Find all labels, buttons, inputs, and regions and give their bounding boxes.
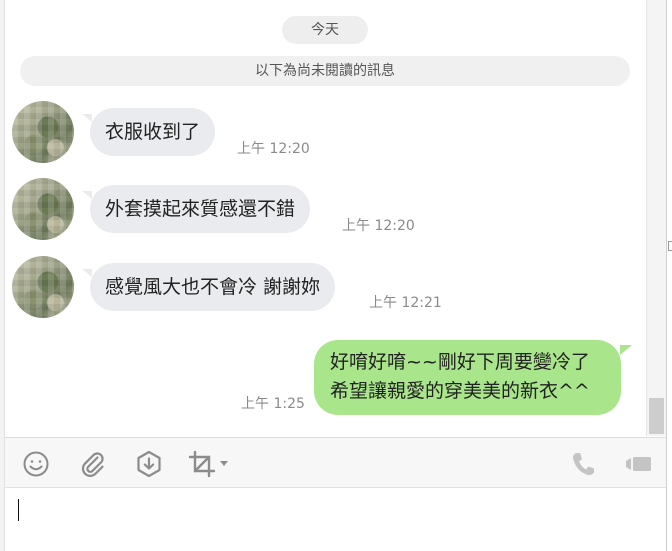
message-time: 上午 1:25	[241, 396, 305, 412]
scrollbar-thumb[interactable]	[649, 398, 664, 434]
message-toolbar	[5, 437, 666, 488]
contact-avatar[interactable]	[12, 101, 74, 163]
message-line: 好唷好唷~~剛好下周要變冷了	[330, 351, 590, 373]
contact-avatar[interactable]	[12, 256, 74, 318]
phone-icon[interactable]	[569, 449, 597, 479]
contact-avatar[interactable]	[12, 178, 74, 240]
message-text: 感覺風大也不會冷 謝謝妳	[105, 276, 321, 298]
message-time: 上午 12:20	[237, 141, 310, 157]
download-icon[interactable]	[134, 449, 164, 479]
message-text: 衣服收到了	[105, 121, 201, 143]
message-time: 上午 12:21	[369, 295, 442, 311]
unread-notice: 以下為尚未閱讀的訊息	[20, 56, 630, 86]
message-bubble-incoming[interactable]: 外套摸起來質感還不錯	[81, 185, 311, 233]
video-call-icon[interactable]	[623, 449, 653, 479]
attachment-icon[interactable]	[78, 449, 108, 479]
message-input[interactable]	[5, 489, 666, 551]
resize-handle-icon[interactable]	[668, 241, 672, 251]
date-divider: 今天	[282, 16, 368, 44]
message-time: 上午 12:20	[342, 218, 415, 234]
message-line: 希望讓親愛的穿美美的新衣^^	[330, 380, 590, 402]
dropdown-arrow-icon[interactable]	[219, 460, 229, 490]
message-bubble-outgoing[interactable]: 好唷好唷~~剛好下周要變冷了 希望讓親愛的穿美美的新衣^^	[314, 340, 632, 415]
chat-scrollbar[interactable]	[646, 0, 666, 436]
message-bubble-incoming[interactable]: 感覺風大也不會冷 謝謝妳	[81, 263, 336, 311]
crop-icon[interactable]	[187, 449, 217, 479]
message-text: 外套摸起來質感還不錯	[105, 198, 296, 220]
message-bubble-incoming[interactable]: 衣服收到了	[81, 108, 216, 156]
window-right-edge	[666, 0, 672, 551]
text-cursor	[18, 499, 19, 521]
chat-message-area[interactable]: 今天 以下為尚未閱讀的訊息 衣服收到了 上午 12:20 外套摸起來質感還不錯 …	[0, 0, 646, 436]
emoji-icon[interactable]	[21, 449, 51, 479]
